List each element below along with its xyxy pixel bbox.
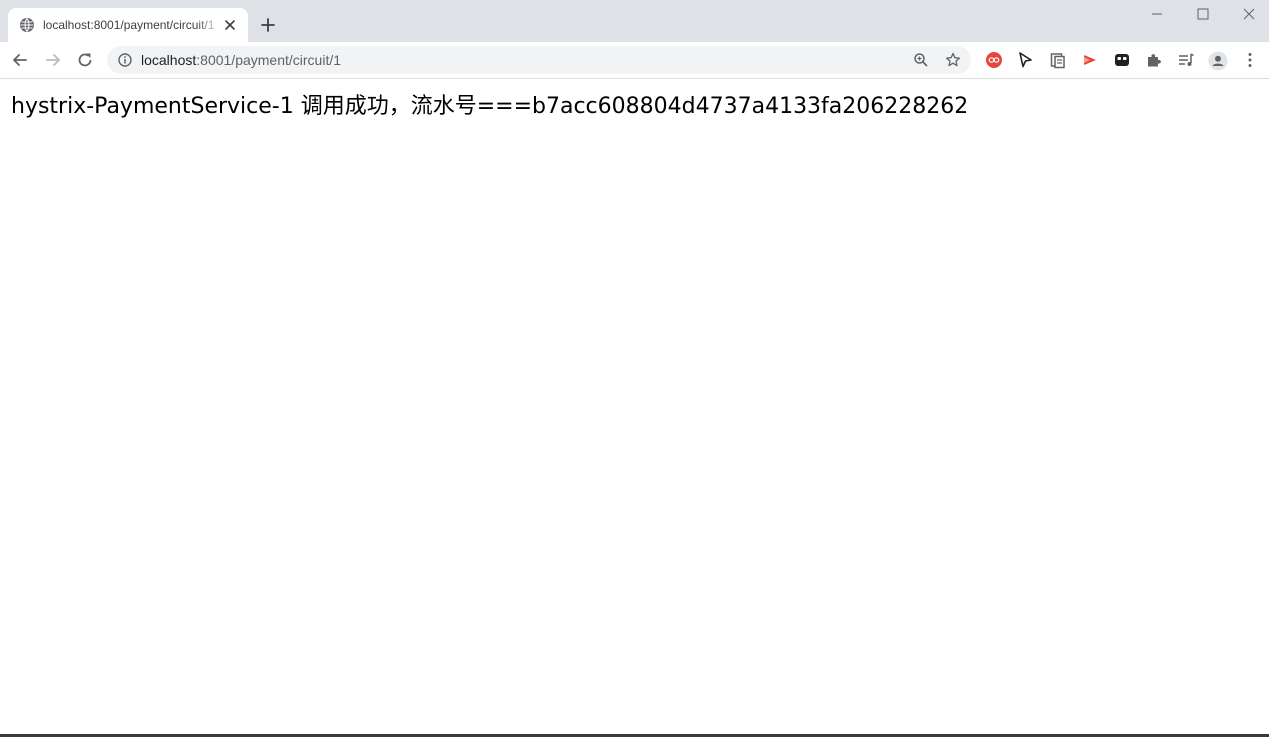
tab-strip: localhost:8001/payment/circuit/1 (0, 0, 1269, 42)
active-tab[interactable]: localhost:8001/payment/circuit/1 (8, 8, 248, 42)
extension-red-icon[interactable] (985, 51, 1003, 69)
browser-window: localhost:8001/payment/circuit/1 localho… (0, 0, 1269, 737)
address-bar[interactable]: localhost:8001/payment/circuit/1 (107, 46, 971, 74)
close-window-icon[interactable] (1239, 4, 1259, 24)
play-icon[interactable] (1081, 51, 1099, 69)
new-tab-icon[interactable] (259, 16, 277, 34)
globe-icon (19, 17, 35, 33)
toolbar: localhost:8001/payment/circuit/1 (0, 42, 1269, 78)
mask-icon[interactable] (1113, 51, 1131, 69)
close-tab-icon[interactable] (222, 17, 238, 33)
maximize-icon[interactable] (1193, 4, 1213, 24)
reload-icon[interactable] (75, 50, 95, 70)
page-content: hystrix-PaymentService-1 调用成功，流水号===b7ac… (0, 79, 1269, 734)
kebab-menu-icon[interactable] (1241, 51, 1259, 69)
profile-icon[interactable] (1208, 51, 1228, 71)
url-text[interactable]: localhost:8001/payment/circuit/1 (141, 52, 341, 68)
puzzle-icon[interactable] (1145, 51, 1163, 69)
clipboard-icon[interactable] (1049, 51, 1067, 69)
tab-title-fade (196, 14, 222, 36)
url-path: :8001/payment/circuit/1 (196, 52, 342, 68)
minimize-icon[interactable] (1147, 4, 1167, 24)
response-message: hystrix-PaymentService-1 调用成功，流水号===b7ac… (11, 94, 969, 119)
url-host: localhost (141, 52, 197, 68)
cursor-icon[interactable] (1016, 51, 1034, 69)
star-icon[interactable] (945, 52, 961, 68)
reading-list-icon[interactable] (1177, 51, 1195, 69)
zoom-icon[interactable] (913, 52, 929, 68)
arrow-right-icon[interactable] (43, 50, 63, 70)
arrow-left-icon[interactable] (10, 50, 30, 70)
tab-title: localhost:8001/payment/circuit/1 (43, 18, 215, 32)
info-icon[interactable] (118, 53, 132, 67)
